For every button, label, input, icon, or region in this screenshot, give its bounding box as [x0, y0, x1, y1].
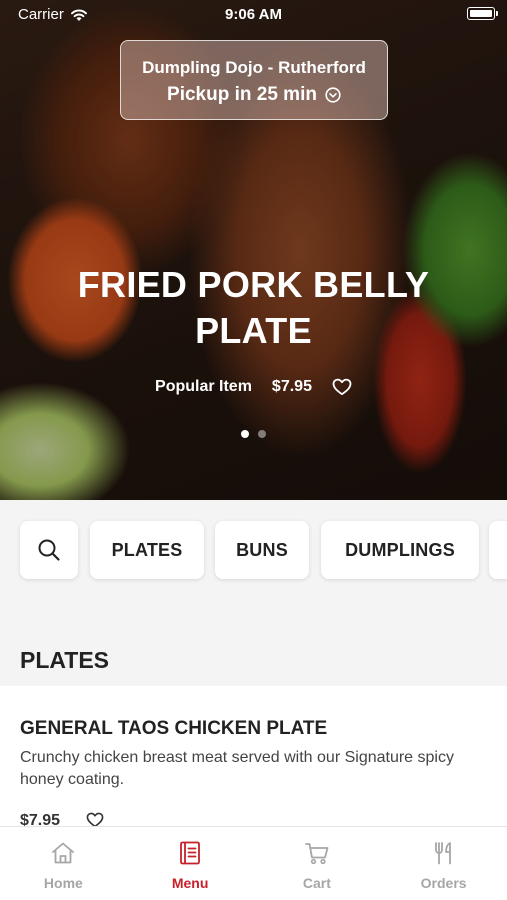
location-selector[interactable]: Dumpling Dojo - Rutherford Pickup in 25 … — [120, 40, 388, 120]
tab-orders-label: Orders — [420, 875, 467, 891]
pickup-row[interactable]: Pickup in 25 min — [121, 84, 387, 106]
section-header: PLATES — [0, 610, 507, 686]
tab-orders[interactable]: Orders — [380, 827, 507, 900]
category-tab-dumplings[interactable]: DUMPLINGS — [321, 521, 479, 579]
category-tab-buns[interactable]: BUNS — [215, 521, 309, 579]
fork-knife-icon — [434, 842, 451, 865]
favorite-heart-icon[interactable] — [332, 378, 352, 396]
category-bar[interactable]: PLATES BUNS DUMPLINGS — [0, 500, 507, 610]
menu-item-name: GENERAL TAOS CHICKEN PLATE — [20, 718, 328, 739]
category-tab-next[interactable] — [489, 521, 507, 579]
tab-cart[interactable]: Cart — [254, 827, 381, 900]
battery-icon — [467, 7, 498, 20]
status-time: 9:06 AM — [225, 6, 282, 23]
carousel-pagination[interactable] — [0, 430, 507, 438]
search-icon — [38, 539, 60, 561]
tab-menu-label: Menu — [171, 875, 209, 891]
menu-item-description: Crunchy chicken breast meat served with … — [20, 749, 454, 788]
carousel-dot[interactable] — [241, 430, 249, 438]
cart-icon — [304, 843, 329, 865]
hero-banner[interactable]: Carrier 9:06 AM Dumpling Dojo - Rutherfo… — [0, 0, 507, 500]
home-icon — [52, 842, 75, 864]
search-button[interactable] — [20, 521, 78, 579]
status-bar: Carrier 9:06 AM — [0, 0, 507, 28]
bottom-tab-bar: Home Menu Cart Orders — [0, 826, 507, 900]
tab-home[interactable]: Home — [0, 827, 127, 900]
carousel-dot[interactable] — [258, 430, 266, 438]
featured-item-meta: Popular Item $7.95 — [0, 378, 507, 396]
tab-home-label: Home — [43, 875, 83, 891]
section-title: PLATES — [20, 647, 110, 673]
featured-price: $7.95 — [271, 378, 312, 395]
location-name: Dumpling Dojo - Rutherford — [142, 58, 366, 77]
tab-cart-label: Cart — [302, 875, 331, 891]
chevron-down-circle-icon — [325, 87, 341, 103]
featured-item-title: FRIED PORK BELLY PLATE — [77, 264, 430, 351]
category-tab-plates[interactable]: PLATES — [90, 521, 204, 579]
pickup-time: Pickup in 25 min — [167, 84, 317, 105]
menu-item-card[interactable]: GENERAL TAOS CHICKEN PLATE Crunchy chick… — [0, 686, 507, 829]
tab-menu[interactable]: Menu — [127, 827, 254, 900]
menu-icon — [180, 841, 201, 865]
featured-tag: Popular Item — [155, 378, 252, 395]
